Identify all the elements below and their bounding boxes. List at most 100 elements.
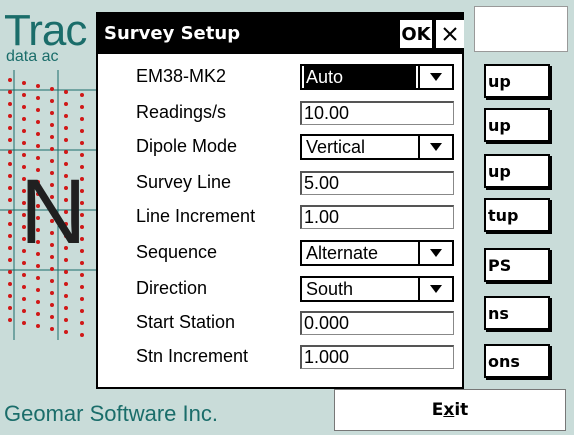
graph-point [36, 96, 40, 100]
row-combo-5[interactable]: Alternate [300, 240, 454, 266]
graph-point [36, 108, 40, 112]
graph-point [80, 333, 84, 337]
graph-point [22, 129, 26, 133]
graph-point [64, 138, 68, 142]
graph-point [50, 303, 54, 307]
graph-point [8, 246, 12, 250]
row-label-5: Sequence [136, 242, 218, 262]
app-logo-subtitle: data ac [6, 48, 59, 65]
graph-point [22, 141, 26, 145]
row-field-3[interactable]: 5.00 [300, 171, 454, 195]
graph-point [22, 117, 26, 121]
exit-button[interactable]: Exit [334, 389, 566, 431]
row-field-1[interactable]: 10.00 [300, 101, 454, 125]
row-combo-2[interactable]: Vertical [300, 134, 454, 160]
graph-point [8, 318, 12, 322]
chevron-down-icon[interactable] [418, 66, 452, 88]
survey-setup-dialog: Survey Setup OK EM38-MK2 Auto Readings/s 10… [96, 12, 464, 389]
graph-point [80, 273, 84, 277]
row-label-1: Readings/s [136, 102, 227, 122]
graph-point [22, 297, 26, 301]
graph-point [80, 321, 84, 325]
ok-button[interactable]: OK [400, 20, 432, 48]
graph-point [64, 306, 68, 310]
graph-point [8, 234, 12, 238]
chevron-down-icon[interactable] [418, 242, 452, 264]
top-frame [474, 6, 568, 52]
graph-point [64, 282, 68, 286]
side-button-0[interactable]: up [484, 64, 550, 98]
graph-point [64, 150, 68, 154]
row-label-3: Survey Line [136, 172, 232, 192]
row-combo-6[interactable]: South [300, 276, 454, 302]
graph-point [36, 324, 40, 328]
graph-point [8, 258, 12, 262]
graph-point [80, 129, 84, 133]
graph-point [8, 222, 12, 226]
row-field-8[interactable]: 1.000 [300, 345, 454, 369]
graph-point [22, 81, 26, 85]
graph-point [80, 309, 84, 313]
graph-point [8, 90, 12, 94]
row-field-7[interactable]: 0.000 [300, 311, 454, 335]
graph-point [36, 120, 40, 124]
graph-point [8, 306, 12, 310]
chevron-down-icon[interactable] [418, 278, 452, 300]
side-button-2[interactable]: up [484, 154, 550, 188]
chevron-down-icon[interactable] [418, 136, 452, 158]
row-field-4[interactable]: 1.00 [300, 205, 454, 229]
graph-point [36, 312, 40, 316]
graph-point [22, 93, 26, 97]
graph-point [64, 126, 68, 130]
graph-point [50, 87, 54, 91]
graph-point [8, 114, 12, 118]
graph-point [8, 126, 12, 130]
graph-point [36, 276, 40, 280]
graph-point [22, 153, 26, 157]
row-label-7: Start Station [136, 312, 236, 332]
row-combo-value-6: South [306, 279, 354, 299]
graph-point [8, 294, 12, 298]
graph-point [64, 270, 68, 274]
row-combo-0[interactable]: Auto [300, 64, 454, 90]
graph-point [50, 327, 54, 331]
side-button-4[interactable]: PS [484, 248, 550, 282]
side-button-3[interactable]: tup [484, 198, 550, 232]
graph-point [8, 198, 12, 202]
graph-point [80, 117, 84, 121]
graph-point [50, 279, 54, 283]
side-button-1[interactable]: up [484, 108, 550, 142]
graph-point [8, 150, 12, 154]
graph-point [64, 114, 68, 118]
graph-point [22, 309, 26, 313]
graph-point [8, 162, 12, 166]
graph-point [80, 141, 84, 145]
graph-point [22, 105, 26, 109]
graph-point [8, 270, 12, 274]
graph-point [64, 294, 68, 298]
row-label-0: EM38-MK2 [136, 66, 227, 86]
dialog-title: Survey Setup [104, 23, 241, 44]
row-combo-value-2: Vertical [306, 137, 366, 157]
graph-point [50, 111, 54, 115]
graph-point [8, 282, 12, 286]
graph-point [64, 102, 68, 106]
graph-point [8, 138, 12, 142]
graph-point [8, 186, 12, 190]
graph-point [50, 291, 54, 295]
side-button-6[interactable]: ons [484, 344, 550, 378]
close-icon [443, 27, 457, 41]
graph-point [50, 267, 54, 271]
side-button-5[interactable]: ns [484, 296, 550, 330]
row-label-2: Dipole Mode [136, 136, 238, 156]
graph-point [80, 297, 84, 301]
graph-point [64, 90, 68, 94]
company-name: Geomar Software Inc. [4, 401, 218, 426]
graph-point [36, 300, 40, 304]
exit-label: Exit [431, 400, 469, 420]
row-label-4: Line Increment [136, 206, 256, 226]
graph-point [36, 132, 40, 136]
graph-point [64, 330, 68, 334]
close-button[interactable] [436, 20, 464, 48]
graph-point [22, 285, 26, 289]
